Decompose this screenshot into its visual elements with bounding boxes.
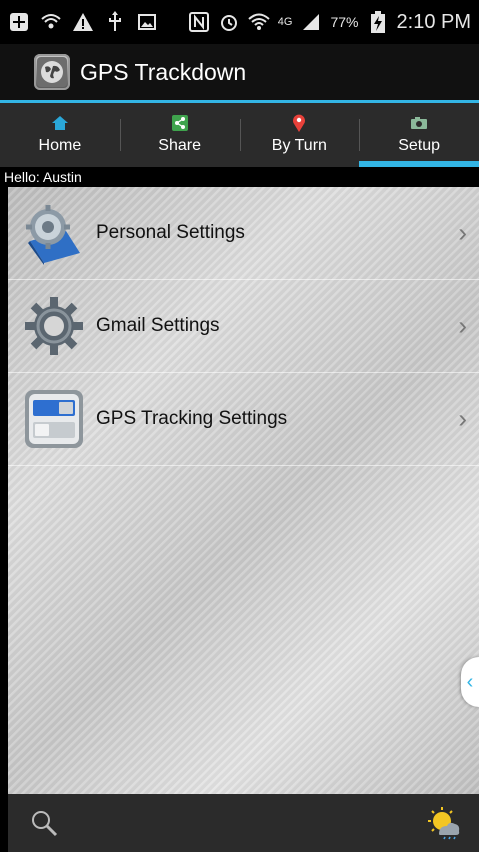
signal-icon [300, 11, 322, 33]
battery-percent: 77% [330, 14, 359, 30]
tab-home[interactable]: Home [0, 103, 120, 167]
bottom-bar [8, 794, 479, 852]
home-icon [51, 115, 68, 131]
tab-home-label: Home [38, 137, 82, 154]
app-title: GPS Trackdown [80, 58, 247, 85]
tab-by-turn[interactable]: By Turn [239, 103, 360, 167]
add-icon [8, 11, 30, 33]
image-icon [136, 11, 158, 33]
nfc-icon [188, 11, 210, 33]
search-icon[interactable] [30, 809, 58, 837]
status-bar: 4G 77% 2:10 PM [0, 0, 479, 44]
personal-settings-label: Personal Settings [96, 222, 245, 243]
gear-icon [22, 294, 86, 358]
clock: 2:10 PM [396, 10, 471, 33]
personal-settings-item[interactable]: Personal Settings › [8, 187, 479, 280]
wifi-hotspot-icon [40, 11, 62, 33]
alarm-icon [218, 11, 240, 33]
screen: 4G 77% 2:10 PM GPS Trackdown Home Share … [0, 0, 479, 852]
share-icon [171, 115, 188, 131]
globe-app-icon[interactable] [34, 54, 70, 90]
camera-icon [411, 115, 428, 131]
action-bar: GPS Trackdown [0, 44, 479, 103]
gps-tracking-settings-label: GPS Tracking Settings [96, 408, 288, 429]
network-type: 4G [277, 16, 293, 28]
chevron-right-icon: › [458, 403, 467, 434]
chevron-left-icon: ‹ [466, 670, 474, 693]
side-drawer-handle[interactable]: ‹ [461, 657, 479, 707]
map-pin-icon [291, 114, 307, 132]
chevron-right-icon: › [458, 217, 467, 248]
personal-settings-icon [22, 201, 86, 265]
tab-share-label: Share [158, 137, 201, 154]
tab-setup-label: Setup [398, 137, 441, 154]
tab-bar: Home Share By Turn Setup [0, 103, 479, 167]
warning-icon [72, 11, 94, 33]
tab-by-turn-label: By Turn [271, 137, 327, 154]
battery-charging-icon [367, 11, 389, 33]
tab-setup[interactable]: Setup [359, 103, 479, 167]
chevron-right-icon: › [458, 310, 467, 341]
settings-list: Personal Settings › Gmail Settings › GPS… [8, 187, 479, 794]
toggle-settings-icon [22, 387, 86, 451]
gmail-settings-item[interactable]: Gmail Settings › [8, 280, 479, 373]
user-greeting: Hello: Austin [0, 167, 479, 187]
wifi-icon [248, 11, 270, 33]
tab-share[interactable]: Share [119, 103, 240, 167]
weather-icon[interactable] [427, 806, 461, 840]
gps-tracking-settings-item[interactable]: GPS Tracking Settings › [8, 373, 479, 466]
gmail-settings-label: Gmail Settings [96, 315, 220, 336]
usb-icon [104, 11, 126, 33]
